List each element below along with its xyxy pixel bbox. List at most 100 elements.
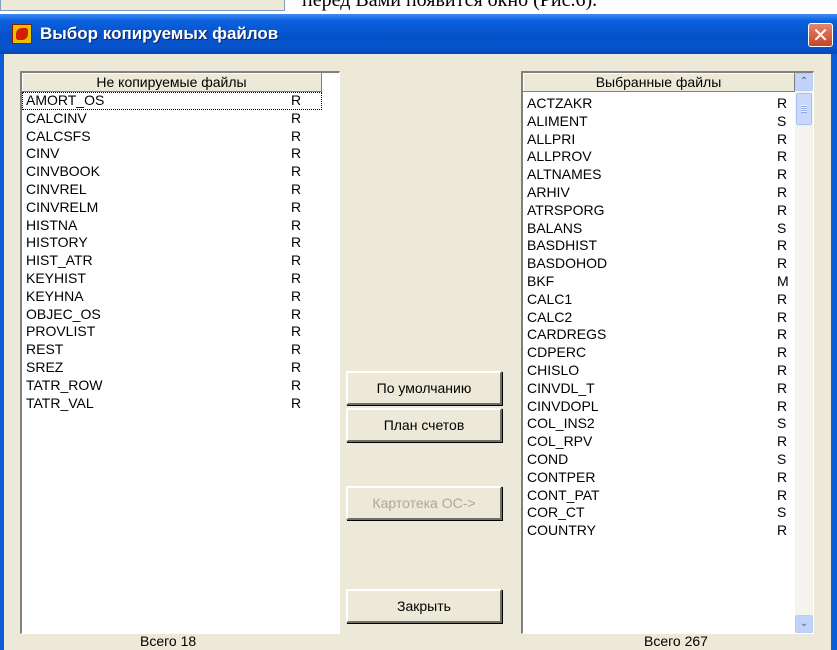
file-flag: M <box>777 272 789 289</box>
file-flag: R <box>777 486 788 503</box>
list-item[interactable]: KEYHNA R <box>22 288 322 306</box>
list-item[interactable]: AMORT_OS R <box>22 92 322 110</box>
file-flag: R <box>777 468 788 485</box>
file-name: PROVLIST <box>26 323 96 340</box>
file-name: BASDOHOD <box>527 255 608 272</box>
file-flag: R <box>291 92 302 108</box>
file-name: ALIMENT <box>527 112 588 129</box>
file-name: CINVDOPL <box>527 397 599 414</box>
file-name: KEYHNA <box>26 287 84 304</box>
chart-of-accounts-button[interactable]: План счетов <box>346 408 502 442</box>
vertical-scrollbar[interactable]: ⌃ ⌄ <box>795 73 813 633</box>
file-flag: S <box>777 415 787 432</box>
file-flag: R <box>777 255 788 272</box>
scroll-up-button[interactable]: ⌃ <box>795 73 813 91</box>
file-flag: S <box>777 504 787 521</box>
file-flag: R <box>291 376 302 393</box>
selected-files-header[interactable]: Выбранные файлы <box>523 73 795 92</box>
asset-cards-button[interactable]: Картотека ОС-> <box>346 486 502 520</box>
file-name: CINVBOOK <box>26 163 100 180</box>
selected-total: Всего 267 <box>644 633 708 649</box>
list-item[interactable]: TATR_ROW R <box>22 377 322 395</box>
file-flag: R <box>291 127 302 144</box>
file-flag: S <box>777 112 787 129</box>
file-flag: R <box>291 216 302 233</box>
file-name: CONT_PAT <box>527 486 600 503</box>
file-flag: R <box>291 323 302 340</box>
selected-files-list[interactable]: Выбранные файлы ACTZAKR R ALIMENT S ALLPRI R A… <box>521 71 814 634</box>
file-name: KEYHIST <box>26 269 86 286</box>
file-name: CARDREGS <box>527 326 607 343</box>
window-title: Выбор копируемых файлов <box>40 24 279 43</box>
list-item[interactable]: SREZ R <box>22 359 322 377</box>
default-button[interactable]: По умолчанию <box>346 371 502 405</box>
file-flag: R <box>777 201 788 218</box>
file-flag: R <box>291 305 302 322</box>
file-name: CINVREL <box>26 180 87 197</box>
file-name: ALTNAMES <box>527 166 602 183</box>
file-flag: R <box>291 341 302 358</box>
file-flag: R <box>777 379 788 396</box>
file-name: SREZ <box>26 358 64 375</box>
file-name: REST <box>26 341 64 358</box>
list-item[interactable]: REST R <box>22 341 322 359</box>
file-name: ARHIV <box>527 183 570 200</box>
scroll-down-button[interactable]: ⌄ <box>795 615 813 633</box>
list-item[interactable]: TATR_VAL R <box>22 395 322 413</box>
close-window-button[interactable]: ✕ <box>808 23 833 47</box>
document-text: перед Вами появится окно (Рис.6). <box>302 0 598 11</box>
file-flag: R <box>291 287 302 304</box>
title-bar[interactable]: Выбор копируемых файлов ✕ <box>0 14 837 54</box>
file-flag: R <box>777 326 788 343</box>
file-name: HISTNA <box>26 216 78 233</box>
list-item[interactable]: CINVRELM R <box>22 199 322 217</box>
file-flag: R <box>777 183 788 200</box>
chevron-up-icon: ⌃ <box>799 76 809 87</box>
list-item[interactable]: CINVREL R <box>22 181 322 199</box>
list-item[interactable]: HISTNA R <box>22 217 322 235</box>
list-item[interactable]: OBJEC_OS R <box>22 306 322 324</box>
not-copied-files-list[interactable]: Не копируемые файлы AMORT_OS R CALCINV R CAL… <box>20 71 340 634</box>
list-item[interactable]: CINVBOOK R <box>22 163 322 181</box>
file-name: CINVRELM <box>26 198 99 215</box>
file-flag: R <box>777 522 788 539</box>
file-flag: R <box>291 358 302 375</box>
scrollbar-thumb[interactable] <box>796 93 812 125</box>
dialog-window: Выбор копируемых файлов ✕ Не копируемые … <box>0 14 837 650</box>
file-name: CDPERC <box>527 344 587 361</box>
chevron-down-icon: ⌄ <box>799 618 809 629</box>
not-copied-files-header[interactable]: Не копируемые файлы <box>22 73 322 92</box>
file-flag: R <box>291 234 302 251</box>
file-flag: R <box>291 269 302 286</box>
file-name: BASDHIST <box>527 237 598 254</box>
app-icon <box>12 24 32 44</box>
list-item[interactable]: CINV R <box>22 145 322 163</box>
file-flag: R <box>777 237 788 254</box>
file-flag: R <box>291 394 302 411</box>
not-copied-total: Всего 18 <box>140 633 197 649</box>
file-name: CONTPER <box>527 468 596 485</box>
file-name: CALCINV <box>26 109 87 126</box>
file-flag: R <box>777 166 788 183</box>
file-name: HIST_ATR <box>26 252 93 269</box>
file-name: TATR_ROW <box>26 376 103 393</box>
file-flag: R <box>777 130 788 147</box>
file-name: CHISLO <box>527 361 580 378</box>
file-name: COUNTRY <box>527 522 596 539</box>
file-name: ALLPRI <box>527 130 576 147</box>
not-copied-files-rows: AMORT_OS R CALCINV R CALCSFS R CINV R CINVBOOK R C… <box>22 92 322 412</box>
list-item[interactable]: HIST_ATR R <box>22 252 322 270</box>
list-item[interactable]: CALCINV R <box>22 110 322 128</box>
file-name: CALC2 <box>527 308 573 325</box>
file-flag: R <box>777 95 788 111</box>
file-name: BALANS <box>527 219 583 236</box>
list-item[interactable]: KEYHIST R <box>22 270 322 288</box>
file-name: COR_CT <box>527 504 585 521</box>
close-button[interactable]: Закрыть <box>346 589 502 623</box>
file-flag: R <box>777 308 788 325</box>
list-item[interactable]: HISTORY R <box>22 234 322 252</box>
list-item[interactable]: PROVLIST R <box>22 323 322 341</box>
list-item[interactable]: CALCSFS R <box>22 128 322 146</box>
file-flag: S <box>777 450 787 467</box>
file-name: HISTORY <box>26 234 88 251</box>
